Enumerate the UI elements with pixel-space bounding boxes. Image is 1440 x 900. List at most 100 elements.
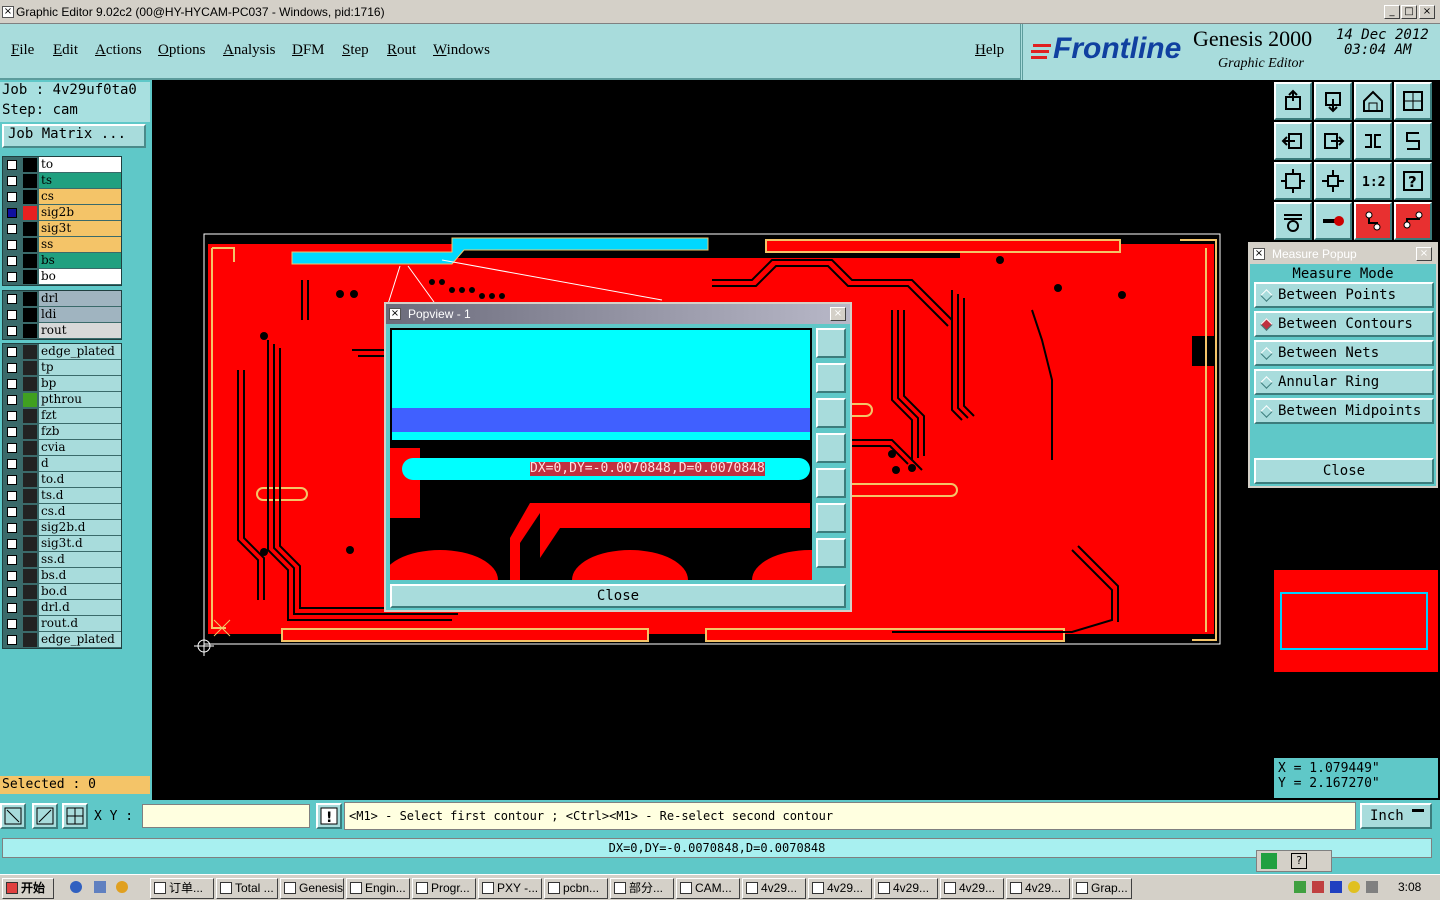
units-selector[interactable]: Inch: [1360, 803, 1432, 829]
pan-down-icon[interactable]: [1314, 82, 1352, 120]
popview-pan-right-button[interactable]: [816, 468, 846, 498]
layer-row[interactable]: d: [3, 456, 121, 472]
layer-checkbox[interactable]: [7, 427, 17, 437]
menu-actions[interactable]: Actions: [95, 42, 142, 59]
layer-row[interactable]: tp: [3, 360, 121, 376]
popview-pan-left-button[interactable]: [816, 433, 846, 463]
layer-color-swatch[interactable]: [23, 553, 37, 567]
grid-icon[interactable]: [62, 803, 88, 829]
zoom-1to2-icon[interactable]: 1:2: [1354, 162, 1392, 200]
layer-checkbox[interactable]: [7, 326, 17, 336]
measure-close-button[interactable]: Close: [1254, 458, 1434, 484]
layer-color-swatch[interactable]: [23, 521, 37, 535]
layer-name[interactable]: tp: [39, 360, 121, 375]
layer-row[interactable]: cs.d: [3, 504, 121, 520]
menu-rout[interactable]: Rout: [387, 42, 416, 59]
layer-name[interactable]: sig2b: [39, 205, 121, 220]
layer-checkbox[interactable]: [7, 411, 17, 421]
menu-windows[interactable]: Windows: [433, 42, 490, 59]
layer-name[interactable]: sig3t.d: [39, 536, 121, 551]
layer-color-swatch[interactable]: [23, 174, 37, 188]
layer-name[interactable]: ts.d: [39, 488, 121, 503]
job-matrix-button[interactable]: Job Matrix ...: [2, 124, 146, 148]
layer-color-swatch[interactable]: [23, 238, 37, 252]
layer-name[interactable]: ss: [39, 237, 121, 252]
layer-name[interactable]: sig3t: [39, 221, 121, 236]
layer-color-swatch[interactable]: [23, 222, 37, 236]
taskbar-item[interactable]: 4v29...: [808, 878, 872, 899]
taskbar-item[interactable]: 4v29...: [1006, 878, 1070, 899]
taskbar-item[interactable]: Progr...: [412, 878, 476, 899]
taskbar-item[interactable]: PXY -...: [478, 878, 542, 899]
mirror-icon[interactable]: [1354, 122, 1392, 160]
layer-checkbox[interactable]: [7, 256, 17, 266]
layer-row[interactable]: ss: [3, 237, 121, 253]
mode-between-points[interactable]: Between Points: [1254, 282, 1434, 308]
layer-row[interactable]: bo.d: [3, 584, 121, 600]
layer-name[interactable]: bo: [39, 269, 121, 284]
layer-color-swatch[interactable]: [23, 270, 37, 284]
layer-name[interactable]: cs.d: [39, 504, 121, 519]
layer-color-swatch[interactable]: [23, 585, 37, 599]
xy-input[interactable]: [142, 804, 310, 828]
layer-checkbox[interactable]: [7, 224, 17, 234]
layer-row[interactable]: bs: [3, 253, 121, 269]
net-highlight-icon[interactable]: [1394, 202, 1432, 240]
measure-close-x-button[interactable]: ×: [1416, 247, 1432, 261]
popview-close-x-button[interactable]: ×: [830, 307, 846, 321]
layer-name[interactable]: ldi: [39, 307, 121, 322]
close-window-button[interactable]: ×: [1419, 5, 1435, 19]
layer-row[interactable]: edge_plated: [3, 632, 121, 648]
layer-name[interactable]: cs: [39, 189, 121, 204]
popview-fit-button[interactable]: [816, 328, 846, 358]
layer-checkbox[interactable]: [7, 443, 17, 453]
layer-checkbox[interactable]: [7, 379, 17, 389]
layer-checkbox[interactable]: [7, 208, 17, 218]
layer-checkbox[interactable]: [7, 160, 17, 170]
layer-name[interactable]: drl.d: [39, 600, 121, 615]
layer-row[interactable]: ts: [3, 173, 121, 189]
menu-edit[interactable]: Edit: [53, 42, 78, 59]
layer-name[interactable]: bs.d: [39, 568, 121, 583]
layer-color-swatch[interactable]: [23, 190, 37, 204]
menu-help[interactable]: Help: [975, 42, 1004, 59]
menu-file[interactable]: File: [11, 42, 34, 59]
measure-icon[interactable]: [1314, 202, 1352, 240]
layer-row[interactable]: cs: [3, 189, 121, 205]
taskbar-item[interactable]: 4v29...: [940, 878, 1004, 899]
layer-checkbox[interactable]: [7, 176, 17, 186]
quicklaunch-icon[interactable]: [116, 881, 128, 893]
layer-row[interactable]: ldi: [3, 307, 121, 323]
desktop-icon[interactable]: [94, 881, 106, 893]
layer-row[interactable]: fzb: [3, 424, 121, 440]
layer-name[interactable]: bo.d: [39, 584, 121, 599]
layer-checkbox[interactable]: [7, 523, 17, 533]
popview-zoom-view[interactable]: DX=0,DY=-0.0070848,D=0.0070848: [390, 328, 812, 580]
taskbar-item[interactable]: Engin...: [346, 878, 410, 899]
layer-name[interactable]: pthrou: [39, 392, 121, 407]
popview-zoom-in-button[interactable]: [816, 538, 846, 568]
layer-checkbox[interactable]: [7, 603, 17, 613]
layer-checkbox[interactable]: [7, 587, 17, 597]
layer-color-swatch[interactable]: [23, 409, 37, 423]
pan-left-icon[interactable]: [1274, 122, 1312, 160]
layer-name[interactable]: edge_plated: [39, 632, 121, 647]
net-connect-icon[interactable]: [1354, 202, 1392, 240]
menu-analysis[interactable]: Analysis: [223, 42, 276, 59]
layer-checkbox[interactable]: [7, 363, 17, 373]
tray-settings-icon[interactable]: [1366, 881, 1378, 893]
layer-checkbox[interactable]: [7, 347, 17, 357]
minimize-button[interactable]: _: [1384, 5, 1400, 19]
layer-row[interactable]: sig3t.d: [3, 536, 121, 552]
layer-row[interactable]: sig2b.d: [3, 520, 121, 536]
layer-checkbox[interactable]: [7, 192, 17, 202]
popview-pan-up-button[interactable]: [816, 363, 846, 393]
layer-name[interactable]: bp: [39, 376, 121, 391]
layer-row[interactable]: sig3t: [3, 221, 121, 237]
layer-checkbox[interactable]: [7, 539, 17, 549]
layer-color-swatch[interactable]: [23, 489, 37, 503]
layer-color-swatch[interactable]: [23, 393, 37, 407]
layer-row[interactable]: to: [3, 157, 121, 173]
layer-row[interactable]: cvia: [3, 440, 121, 456]
maximize-button[interactable]: □: [1401, 5, 1417, 19]
